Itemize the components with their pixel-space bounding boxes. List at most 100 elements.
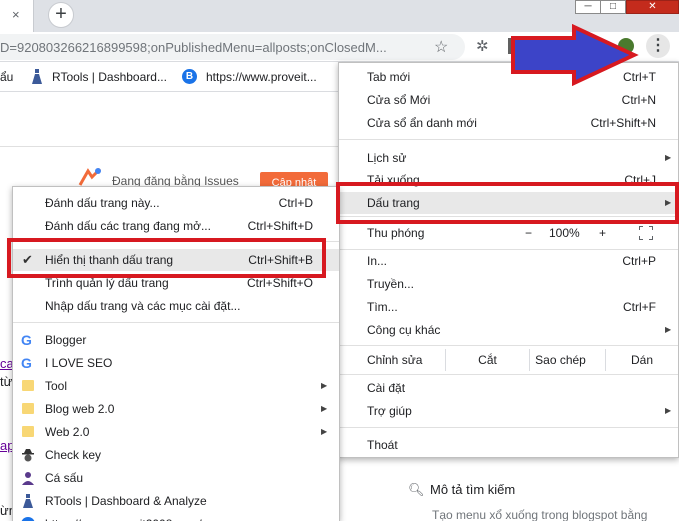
bookmark-bar-item[interactable]: ẩu (0, 70, 13, 84)
menu-item-label: Cài đặt (367, 381, 406, 395)
bookmark-folder[interactable]: Tool ▶ (13, 375, 339, 397)
arrow-annotation-icon (511, 24, 639, 86)
bookmark-item[interactable]: G Blogger (13, 329, 339, 351)
menu-item-label: Blog web 2.0 (45, 402, 115, 416)
menu-item-print[interactable]: In... Ctrl+P (339, 250, 678, 272)
submenu-arrow-icon: ▶ (321, 381, 328, 390)
menu-item-label: Cửa sổ Mới (367, 93, 431, 107)
rtools-icon (23, 494, 33, 508)
menu-item-label: Blogger (45, 333, 87, 347)
bookmarks-submenu: Đánh dấu trang này... Ctrl+D Đánh dấu cá… (12, 186, 340, 521)
menu-item-more-tools[interactable]: Công cụ khác ▶ (339, 319, 678, 341)
menu-item-find[interactable]: Tìm... Ctrl+F (339, 296, 678, 318)
folder-icon (22, 380, 34, 391)
menu-item-new-window[interactable]: Cửa sổ Mới Ctrl+N (339, 89, 678, 111)
bookmark-item[interactable]: Check key (13, 444, 339, 466)
zoom-in-button[interactable]: + (599, 222, 606, 244)
highlight-box-bookmarks (336, 182, 679, 224)
menu-item-label: Chỉnh sửa (367, 353, 423, 367)
person-icon (22, 472, 34, 485)
copy-button[interactable]: Sao chép (529, 349, 591, 371)
menu-item-shortcut: Ctrl+F (623, 300, 656, 314)
menu-item-label: Thu phóng (367, 226, 425, 240)
menu-item-shortcut: Ctrl+Shift+N (590, 116, 656, 130)
menu-item-import-bookmarks[interactable]: Nhập dấu trang và các mục cài đặt... (13, 295, 339, 317)
blogger-icon (21, 517, 35, 521)
menu-item-label: Tool (45, 379, 68, 393)
fullscreen-icon[interactable] (639, 226, 653, 240)
menu-item-shortcut: Ctrl+Shift+D (247, 219, 313, 233)
paste-button[interactable]: Dán (605, 349, 678, 371)
menu-item-label: In... (367, 254, 388, 268)
menu-item-label: Tìm... (367, 300, 398, 314)
menu-item-label: Nhập dấu trang và các mục cài đặt... (45, 299, 241, 313)
bookmark-bar-item[interactable]: RTools | Dashboard... (52, 70, 167, 84)
menu-item-exit[interactable]: Thoát (339, 434, 678, 456)
bookmark-bar-item[interactable]: https://www.proveit... (206, 70, 317, 84)
submenu-arrow-icon: ▶ (321, 427, 328, 436)
google-icon: G (21, 332, 32, 348)
menu-item-label: Đánh dấu các trang đang mở... (45, 219, 211, 233)
bookmark-folder[interactable]: Web 2.0 ▶ (13, 421, 339, 443)
menu-divider (339, 427, 678, 428)
blogger-logo-icon (78, 167, 102, 186)
url-text: D=920803266216899598;onPublishedMenu=all… (0, 40, 387, 55)
menu-item-label: Cửa sổ ẩn danh mới (367, 116, 477, 130)
menu-item-help[interactable]: Trợ giúp ▶ (339, 400, 678, 422)
menu-item-incognito-window[interactable]: Cửa sổ ẩn danh mới Ctrl+Shift+N (339, 112, 678, 134)
search-description-label: Mô tả tìm kiếm (430, 482, 516, 497)
bookmark-item[interactable]: Cá sấu (13, 467, 339, 489)
menu-item-settings[interactable]: Cài đặt (339, 377, 678, 399)
folder-icon (22, 426, 34, 437)
submenu-arrow-icon: ▶ (665, 153, 672, 162)
menu-item-bookmark-open-pages[interactable]: Đánh dấu các trang đang mở... Ctrl+Shift… (13, 215, 339, 237)
browser-tab[interactable]: × (0, 0, 34, 32)
rtools-icon (32, 69, 42, 84)
cut-button[interactable]: Cắt (445, 349, 529, 371)
menu-item-label: Cá sấu (45, 471, 84, 485)
menu-item-history[interactable]: Lịch sử ▶ (339, 147, 678, 169)
menu-item-cast[interactable]: Truyền... (339, 273, 678, 295)
chrome-menu-button[interactable]: ⋮ (646, 34, 670, 58)
minimize-button[interactable]: ─ (575, 0, 601, 14)
address-bar[interactable]: D=920803266216899598;onPublishedMenu=all… (0, 34, 465, 60)
bookmark-item[interactable]: G I LOVE SEO (13, 352, 339, 374)
menu-item-edit: Chỉnh sửa Cắt Sao chép Dán (339, 349, 678, 371)
search-icon: 🔍︎ (408, 482, 425, 497)
menu-item-label: Đánh dấu trang này... (45, 196, 160, 210)
maximize-button[interactable]: □ (600, 0, 626, 14)
menu-item-label: Công cụ khác (367, 323, 441, 337)
menu-divider (339, 345, 678, 346)
spy-icon (22, 449, 34, 462)
bookmark-folder[interactable]: Blog web 2.0 ▶ (13, 398, 339, 420)
menu-item-bookmark-this-page[interactable]: Đánh dấu trang này... Ctrl+D (13, 192, 339, 214)
page-divider (0, 146, 340, 147)
zoom-level: 100% (549, 226, 580, 240)
search-description-text: Tạo menu xổ xuống trong blogspot bằng (432, 508, 648, 521)
highlight-box-show-bookmarks-bar (7, 238, 326, 278)
bookmark-item[interactable]: https://www.proveit2008.com/... (13, 513, 339, 521)
submenu-arrow-icon: ▶ (665, 406, 672, 415)
menu-item-label: Check key (45, 448, 102, 462)
close-window-button[interactable]: ✕ (626, 0, 679, 14)
extension-icon[interactable]: ✲ (476, 37, 489, 55)
menu-divider (13, 322, 339, 323)
menu-item-shortcut: Ctrl+D (278, 196, 313, 210)
menu-item-label: https://www.proveit2008.com/... (45, 513, 212, 521)
menu-item-shortcut: Ctrl+P (622, 254, 656, 268)
menu-item-zoom: Thu phóng − 100% + (339, 222, 678, 244)
menu-item-label: Truyền... (367, 277, 414, 291)
menu-item-shortcut: Ctrl+N (621, 93, 656, 107)
google-icon: G (21, 355, 32, 371)
new-tab-button[interactable]: + (48, 2, 74, 28)
close-tab-icon[interactable]: × (12, 7, 20, 22)
menu-divider (339, 139, 678, 140)
blogger-icon: B (182, 69, 197, 84)
bookmark-star-icon[interactable]: ☆ (434, 37, 448, 57)
zoom-out-button[interactable]: − (525, 222, 532, 244)
menu-item-label: Thoát (367, 438, 398, 452)
menu-item-label: Web 2.0 (45, 425, 90, 439)
bookmark-item[interactable]: RTools | Dashboard & Analyze (13, 490, 339, 512)
menu-item-label: RTools | Dashboard & Analyze (45, 494, 207, 508)
submenu-arrow-icon: ▶ (665, 325, 672, 334)
